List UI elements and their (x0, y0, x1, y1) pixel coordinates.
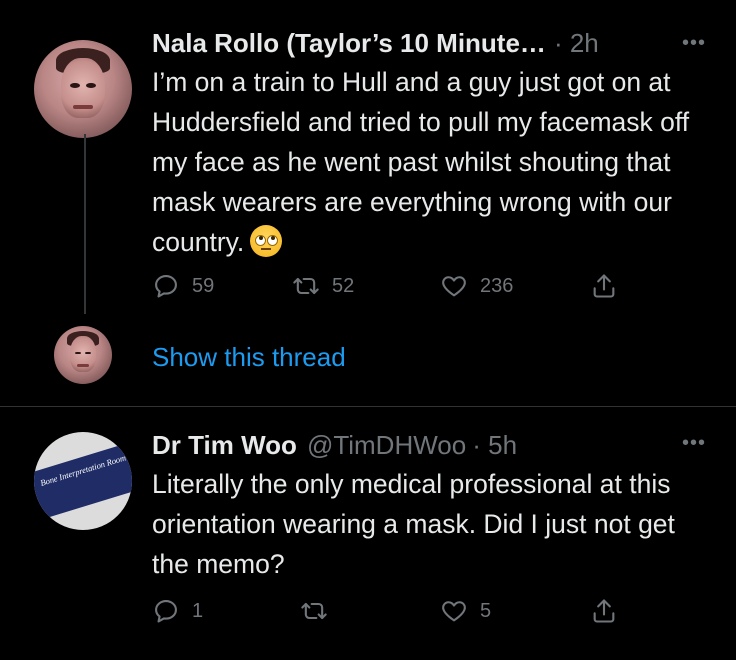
avatar[interactable]: Bone Interpretation Room (34, 432, 132, 530)
thread-line (84, 134, 86, 314)
more-options-icon[interactable]: ••• (682, 32, 706, 55)
avatar-face (70, 336, 96, 373)
reply-button[interactable]: 1 (152, 597, 203, 625)
like-button[interactable]: 5 (440, 597, 491, 625)
retweet-button[interactable] (300, 597, 340, 625)
avatar-mouth (77, 364, 89, 367)
like-button[interactable]: 236 (440, 272, 513, 300)
rolling-eyes-emoji-icon (250, 225, 283, 257)
share-icon (593, 274, 615, 298)
heart-icon (442, 276, 466, 297)
author-handle[interactable]: @TimDHWoo (307, 430, 466, 461)
thread-avatar[interactable] (54, 326, 112, 384)
share-button[interactable] (590, 597, 618, 625)
tweet-time[interactable]: · 5h (472, 430, 517, 461)
avatar-eye (85, 83, 96, 88)
divider (0, 406, 736, 407)
like-count: 5 (480, 599, 492, 622)
reply-count: 1 (192, 599, 204, 622)
tweet2-header: Dr Tim Woo @TimDHWoo · 5h (152, 430, 517, 461)
reply-icon (155, 275, 177, 298)
avatar-sign: Bone Interpretation Room (34, 443, 132, 521)
avatar-face (61, 57, 105, 119)
avatar-mouth (73, 104, 93, 109)
share-button[interactable] (590, 272, 618, 300)
retweet-icon (301, 602, 327, 620)
tweet1-header: Nala Rollo (Taylor’s 10 Minute… · 2h (152, 28, 599, 59)
like-count: 236 (480, 274, 514, 297)
reply-button[interactable]: 59 (152, 272, 214, 300)
show-thread-link[interactable]: Show this thread (152, 342, 346, 373)
more-options-icon[interactable]: ••• (682, 432, 706, 455)
reply-icon (155, 600, 177, 623)
heart-icon (442, 601, 466, 622)
tweet-text-content: I’m on a train to Hull and a guy just go… (152, 67, 690, 257)
retweet-icon (293, 277, 319, 295)
retweet-button[interactable]: 52 (292, 272, 354, 300)
tweet-text: Literally the only medical professional … (152, 469, 675, 579)
reply-count: 59 (192, 274, 215, 297)
tweet-text: I’m on a train to Hull and a guy just go… (152, 62, 720, 262)
share-icon (593, 599, 615, 623)
tweet-time[interactable]: · 2h (554, 28, 599, 59)
author-name[interactable]: Dr Tim Woo (152, 430, 297, 461)
retweet-count: 52 (332, 274, 355, 297)
avatar-eye (70, 83, 81, 88)
author-name[interactable]: Nala Rollo (Taylor’s 10 Minute… (152, 28, 546, 59)
avatar[interactable] (34, 40, 132, 138)
